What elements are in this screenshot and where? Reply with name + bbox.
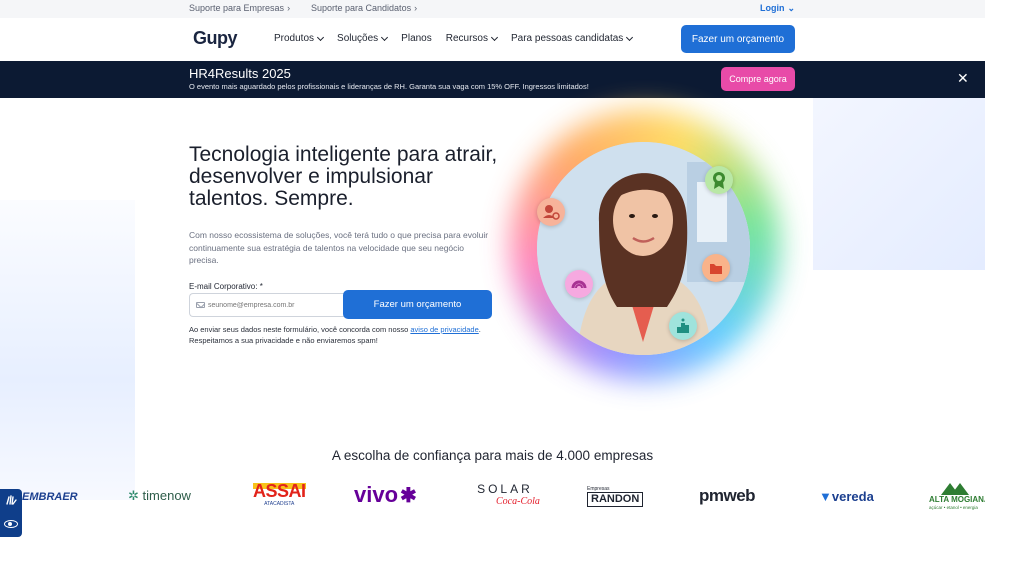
privacy-link[interactable]: aviso de privacidade <box>410 325 478 334</box>
timenow-mark-icon: ✲ <box>128 488 139 503</box>
promo-banner: HR4Results 2025 O evento mais aguardado … <box>0 61 985 98</box>
login-link[interactable]: Login ⌄ <box>760 3 795 14</box>
chevron-right-icon: › <box>287 3 291 13</box>
podium-icon <box>669 312 697 340</box>
bg-panel-right <box>813 98 985 270</box>
vereda-mark-icon: ▼ <box>819 489 832 504</box>
nav-item-produtos[interactable]: Produtos <box>274 33 325 44</box>
nav-menu: Produtos Soluções Planos Recursos Para p… <box>274 33 634 44</box>
award-icon <box>705 166 733 194</box>
close-icon[interactable]: ✕ <box>957 71 969 85</box>
embraer-logo: EMBRAER <box>22 491 78 503</box>
nav-item-recursos[interactable]: Recursos <box>446 33 499 44</box>
nav-item-planos[interactable]: Planos <box>401 33 432 44</box>
mountains-icon <box>941 483 969 495</box>
trust-heading: A escolha de confiança para mais de 4.00… <box>331 448 654 463</box>
hero-subtitle: Com nosso ecossistema de soluções, você … <box>189 230 489 265</box>
candidate-search-icon <box>537 198 565 226</box>
email-label: E-mail Corporativo: * <box>189 282 263 291</box>
timenow-logo: ✲ timenow <box>128 488 191 503</box>
email-field[interactable] <box>189 293 359 317</box>
chevron-down-icon: ⌄ <box>787 3 796 13</box>
support-companies-link[interactable]: Suporte para Empresas › <box>189 3 290 13</box>
promo-text: O evento mais aguardado pelos profission… <box>189 82 589 91</box>
vereda-logo: ▼vereda <box>819 489 874 504</box>
sign-language-icon[interactable] <box>5 494 17 506</box>
solar-coca-cola-logo: SOLAR Coca-Cola <box>477 482 540 508</box>
utility-bar: Suporte para Empresas › Suporte para Cand… <box>0 0 985 18</box>
chevron-down-icon <box>381 33 389 41</box>
folder-icon <box>702 254 730 282</box>
mail-icon <box>196 302 205 308</box>
eye-icon[interactable] <box>4 520 18 528</box>
gupy-logo[interactable]: Gupy <box>193 28 238 49</box>
support-candidates-link[interactable]: Suporte para Candidatos › <box>311 3 417 13</box>
randon-logo: Empresas RANDON <box>587 486 644 507</box>
nav-item-solucoes[interactable]: Soluções <box>337 33 389 44</box>
rainbow-icon <box>565 270 593 298</box>
chevron-right-icon: › <box>414 3 418 13</box>
main-nav: Gupy Produtos Soluções Planos Recursos P… <box>0 18 985 61</box>
alta-mogiana-logo: ALTA MOGIANA açúcar • etanol • energia <box>929 481 985 511</box>
vivo-logo: vivo ✱ <box>354 482 417 507</box>
hero-title: Tecnologia inteligente para atrair, dese… <box>189 143 498 210</box>
promo-title: HR4Results 2025 <box>189 66 291 81</box>
hero-quote-button[interactable]: Fazer um orçamento <box>343 290 492 319</box>
nav-quote-button[interactable]: Fazer um orçamento <box>681 25 795 53</box>
promo-buy-button[interactable]: Compre agora <box>721 67 795 91</box>
chevron-down-icon <box>626 33 634 41</box>
consent-text: Ao enviar seus dados neste formulário, v… <box>189 325 481 345</box>
accessibility-widget[interactable] <box>0 489 22 537</box>
chevron-down-icon <box>490 33 499 41</box>
nav-item-candidatas[interactable]: Para pessoas candidatas <box>511 33 634 44</box>
assai-logo: ASSAI ATACADISTA <box>253 481 306 507</box>
chevron-down-icon <box>316 33 325 41</box>
pmweb-logo: pmweb <box>699 486 756 505</box>
vivo-figure-icon: ✱ <box>400 485 417 507</box>
